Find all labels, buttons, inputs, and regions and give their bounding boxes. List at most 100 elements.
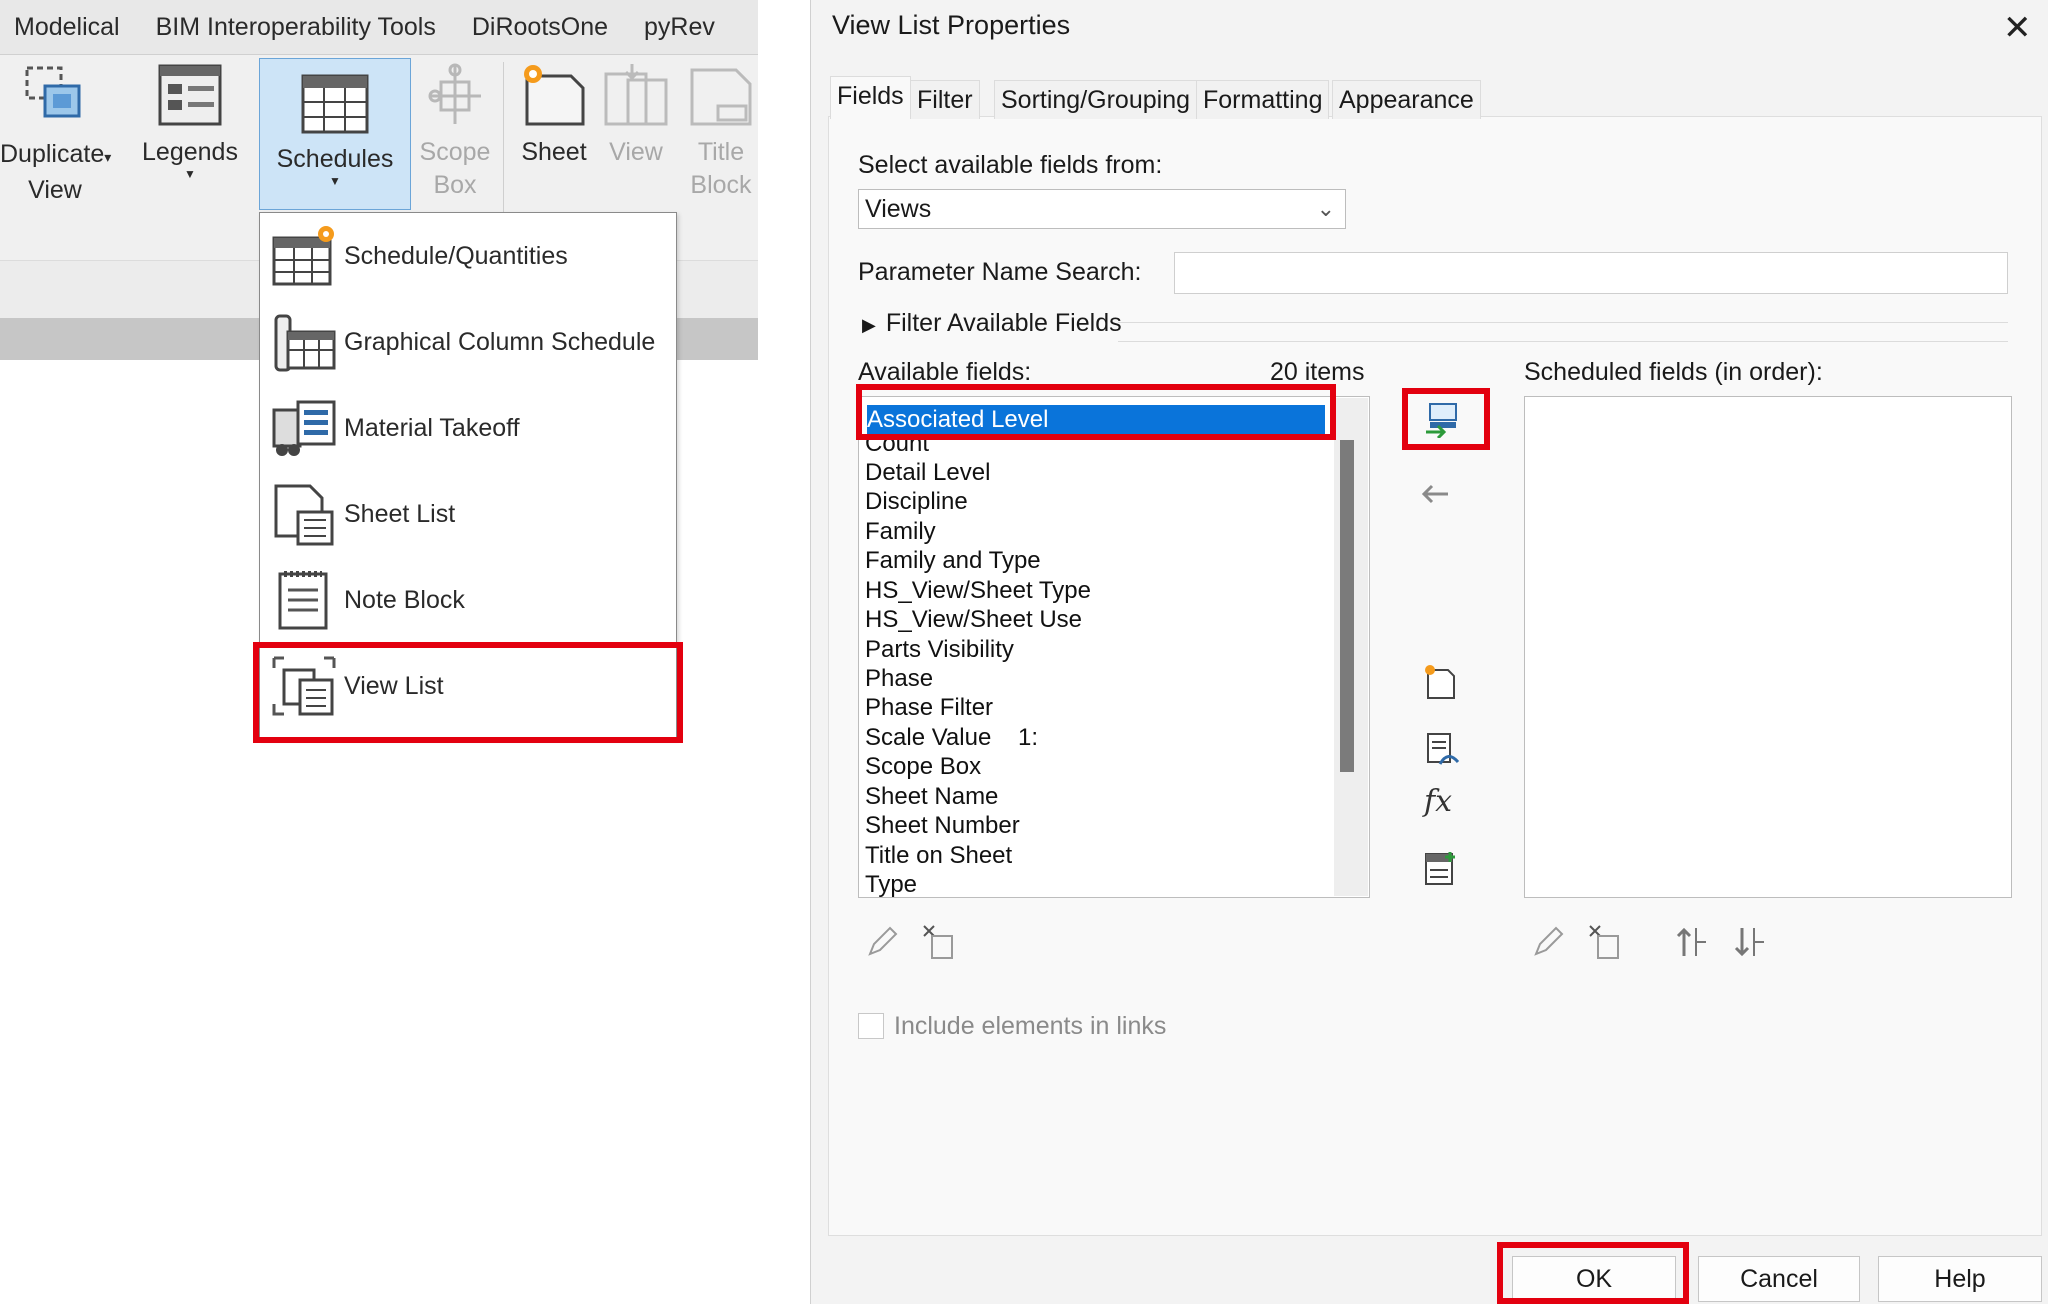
available-fields-count: 20 items — [1270, 358, 1365, 386]
dialog-title: View List Properties — [832, 10, 1071, 40]
list-item[interactable]: Scope Box — [865, 752, 981, 781]
select-fields-from-label: Select available fields from: — [858, 151, 1163, 179]
duplicate-view-icon — [25, 66, 81, 118]
edit-parameter-icon[interactable] — [864, 924, 900, 960]
edit-scheduled-parameter-icon[interactable] — [1530, 924, 1566, 960]
cancel-button[interactable]: Cancel — [1698, 1256, 1860, 1302]
select-fields-from-dropdown[interactable]: Views ⌄ — [858, 189, 1346, 229]
highlight-box-associated-level — [856, 384, 1336, 440]
place-view-label: View — [609, 138, 663, 166]
scope-box-icon — [428, 63, 481, 124]
graphical-column-schedule-icon — [274, 314, 336, 372]
legends-dropdown-arrow: ▼ — [184, 167, 196, 181]
help-button[interactable]: Help — [1878, 1256, 2042, 1302]
available-fields-label: Available fields: — [858, 358, 1032, 386]
schedules-label: Schedules — [276, 145, 394, 173]
scheduled-fields-list[interactable] — [1524, 396, 2012, 898]
delete-scheduled-parameter-icon[interactable] — [1586, 924, 1622, 960]
legends-icon — [158, 64, 222, 126]
list-item[interactable]: Type — [865, 870, 917, 897]
list-item[interactable]: Sheet Name — [865, 782, 998, 811]
list-item[interactable]: Parts Visibility — [865, 635, 1014, 664]
ribbon-tab-pyrevit[interactable]: pyRev — [622, 13, 729, 42]
remove-field-icon[interactable] — [1418, 476, 1454, 512]
highlight-box-view-list — [253, 642, 683, 743]
duplicate-view-label-2: View — [28, 176, 82, 204]
filter-available-fields-toggle[interactable]: ▶ Filter Available Fields — [862, 309, 1122, 338]
move-down-icon[interactable] — [1732, 924, 1768, 960]
place-view-button[interactable]: View — [596, 62, 676, 169]
close-icon[interactable]: ✕ — [2003, 8, 2032, 48]
sheet-button[interactable]: Sheet — [512, 62, 596, 169]
chevron-down-icon: ⌄ — [1316, 196, 1335, 221]
combine-parameters-icon[interactable] — [1424, 732, 1460, 768]
list-item[interactable]: Sheet Number — [865, 811, 1020, 840]
list-item[interactable]: Detail Level — [865, 458, 990, 487]
available-fields-list[interactable]: Associated Level Count Detail Level Disc… — [858, 396, 1370, 898]
available-fields-scrollbar-thumb[interactable] — [1340, 440, 1354, 772]
material-takeoff-icon — [272, 400, 336, 456]
menu-item-material-takeoff[interactable]: Material Takeoff — [270, 391, 670, 465]
menu-item-schedule-quantities[interactable]: Schedule/Quantities — [270, 219, 670, 293]
highlight-box-ok — [1497, 1242, 1689, 1304]
menu-item-label: Graphical Column Schedule — [344, 327, 656, 356]
tab-formatting[interactable]: Formatting — [1196, 80, 1330, 119]
schedules-dropdown-arrow: ▼ — [329, 174, 341, 188]
sheet-icon — [524, 65, 585, 126]
menu-item-label: Note Block — [344, 585, 465, 614]
list-item[interactable]: Title on Sheet — [865, 841, 1012, 870]
list-item[interactable]: Phase — [865, 664, 933, 693]
include-links-label: Include elements in links — [894, 1012, 1167, 1040]
title-block-label-2: Block — [690, 171, 752, 199]
list-item[interactable]: Family and Type — [865, 546, 1041, 575]
schedules-button[interactable]: Schedules ▼ — [259, 58, 411, 210]
note-block-icon — [278, 571, 328, 630]
ribbon-tab-dirootsone[interactable]: DiRootsOne — [450, 13, 622, 42]
legends-button[interactable]: Legends ▼ — [134, 62, 246, 181]
ribbon-separator — [503, 62, 504, 212]
calculated-value-icon[interactable]: fx — [1424, 784, 1452, 819]
duplicate-view-button[interactable]: Duplicate▾ View — [0, 62, 111, 207]
highlight-box-add-field — [1402, 388, 1490, 450]
title-block-label-1: Title — [697, 138, 745, 166]
tab-appearance[interactable]: Appearance — [1332, 80, 1481, 119]
title-block-icon — [690, 68, 752, 126]
schedule-quantities-icon — [272, 226, 334, 286]
sheet-list-icon — [274, 484, 334, 546]
scheduled-fields-label: Scheduled fields (in order): — [1524, 358, 1823, 386]
list-item[interactable]: Discipline — [865, 487, 968, 516]
ribbon-tab-modelical[interactable]: Modelical — [0, 13, 134, 42]
list-item[interactable]: Scale Value 1: — [865, 723, 1038, 752]
ribbon-tab-bar: Modelical BIM Interoperability Tools DiR… — [0, 0, 758, 55]
menu-item-label: Schedule/Quantities — [344, 241, 568, 270]
title-block-button[interactable]: Title Block — [680, 62, 762, 202]
menu-item-label: Sheet List — [344, 499, 456, 528]
move-up-icon[interactable] — [1674, 924, 1710, 960]
legends-label: Legends — [142, 138, 238, 166]
list-item[interactable]: HS_View/Sheet Use — [865, 605, 1082, 634]
list-item[interactable]: Phase Filter — [865, 693, 993, 722]
scope-box-button[interactable]: Scope Box — [414, 62, 496, 202]
select-fields-from-value: Views — [865, 195, 932, 223]
menu-item-graphical-column-schedule[interactable]: Graphical Column Schedule — [270, 305, 670, 379]
parameter-name-search-input[interactable] — [1174, 252, 2008, 294]
tab-sorting-grouping[interactable]: Sorting/Grouping — [994, 80, 1198, 119]
menu-item-note-block[interactable]: Note Block — [270, 563, 670, 637]
scope-box-label-1: Scope — [419, 138, 491, 166]
parameter-name-search-label: Parameter Name Search: — [858, 258, 1142, 286]
place-view-icon — [604, 64, 668, 126]
duplicate-view-label-1: Duplicate — [0, 140, 105, 168]
tab-fields[interactable]: Fields — [830, 76, 911, 119]
new-parameter-icon[interactable] — [1422, 664, 1458, 700]
sheet-label: Sheet — [521, 138, 587, 166]
menu-item-label: Material Takeoff — [344, 413, 520, 442]
ribbon-tab-bim-interoperability[interactable]: BIM Interoperability Tools — [134, 13, 450, 42]
scope-box-label-2: Box — [433, 171, 477, 199]
menu-item-sheet-list[interactable]: Sheet List — [270, 477, 670, 551]
include-links-checkbox[interactable] — [858, 1013, 884, 1039]
add-calculated-field-icon[interactable] — [1422, 850, 1458, 886]
list-item[interactable]: Family — [865, 517, 936, 546]
delete-parameter-icon[interactable] — [920, 924, 956, 960]
list-item[interactable]: HS_View/Sheet Type — [865, 576, 1091, 605]
tab-filter[interactable]: Filter — [910, 80, 980, 119]
